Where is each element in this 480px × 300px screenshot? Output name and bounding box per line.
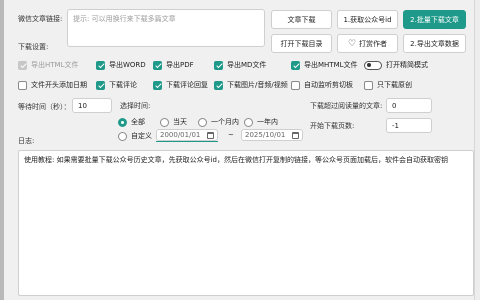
- checkbox-icon: [291, 80, 300, 90]
- download-settings-label: 下载设置:: [18, 43, 49, 51]
- radio-month[interactable]: 一个月内: [198, 117, 239, 127]
- option-download-replies[interactable]: 下载评论回复: [153, 80, 208, 90]
- app-window: 微信文章链接: 提示: 可以用换行来下载多篇文章 下载设置: 文章下载 1.获取…: [0, 0, 480, 300]
- link-textarea[interactable]: 提示: 可以用换行来下载多篇文章: [67, 9, 265, 47]
- end-date-picker[interactable]: 2025/10/01: [241, 129, 303, 141]
- option-watch-clipboard[interactable]: 自动监听剪切板: [291, 80, 353, 90]
- checkbox-icon: [18, 80, 27, 90]
- date-separator: ~: [228, 131, 234, 139]
- radio-icon: [198, 117, 207, 127]
- option-label: 打开精简模式: [386, 61, 428, 69]
- option-download-comments[interactable]: 下载评论: [96, 80, 137, 90]
- checkbox-icon: [214, 80, 223, 90]
- calendar-icon: [207, 131, 214, 139]
- option-label: 下载图片/音频/视频: [227, 81, 288, 89]
- link-placeholder: 提示: 可以用换行来下载多篇文章: [73, 15, 176, 23]
- window-left-edge: [0, 0, 4, 300]
- radio-custom[interactable]: 自定义: [118, 131, 152, 141]
- time-select-label: 选择时间:: [120, 102, 151, 110]
- start-page-input[interactable]: -1: [386, 118, 432, 133]
- radio-label: 一年内: [257, 118, 278, 126]
- start-page-label: 开始下载页数:: [310, 122, 355, 130]
- checkbox-icon: [96, 60, 105, 70]
- checkbox-icon: [18, 60, 27, 70]
- radio-label: 一个月内: [211, 118, 239, 126]
- option-label: 导出MHTML文件: [304, 61, 358, 69]
- option-export-mhtml[interactable]: 导出MHTML文件: [291, 60, 358, 70]
- radio-label: 全部: [131, 118, 145, 126]
- start-date-value: 2000/01/01: [160, 131, 201, 139]
- option-label: 导出HTML文件: [31, 61, 79, 69]
- radio-year[interactable]: 一年内: [244, 117, 278, 127]
- option-label: 导出MD文件: [227, 61, 267, 69]
- skip-views-input[interactable]: 0: [386, 98, 432, 113]
- article-download-button[interactable]: 文章下载: [271, 10, 332, 29]
- start-date-underline: [156, 141, 218, 142]
- log-textarea[interactable]: 使用教程: 如果需要批量下载公众号历史文章，先获取公众号id，然后在微信打开复制…: [18, 150, 474, 296]
- log-label: 日志:: [18, 137, 35, 145]
- calendar-icon: [292, 131, 299, 139]
- option-label: 自动监听剪切板: [304, 81, 353, 89]
- option-export-md[interactable]: 导出MD文件: [214, 60, 266, 70]
- wait-time-input[interactable]: 10: [72, 98, 112, 113]
- checkbox-icon: [96, 80, 105, 90]
- checkbox-icon: [153, 60, 162, 70]
- radio-all[interactable]: 全部: [118, 117, 145, 127]
- end-date-value: 2025/10/01: [245, 131, 286, 139]
- skip-views-label: 下载超过阅读量的文章:: [310, 102, 383, 110]
- checkbox-icon: [291, 60, 300, 70]
- open-download-dir-button[interactable]: 打开下载目录: [271, 34, 332, 53]
- get-account-id-button[interactable]: 1.获取公众号id: [337, 10, 398, 29]
- option-prefix-date[interactable]: 文件开头添加日期: [18, 80, 87, 90]
- radio-icon: [118, 117, 127, 127]
- option-export-pdf[interactable]: 导出PDF: [153, 60, 194, 70]
- option-label: 下载评论回复: [166, 81, 208, 89]
- radio-icon: [118, 131, 127, 141]
- support-author-button[interactable]: ♡ 打赏作者: [337, 34, 398, 53]
- wait-time-label: 等待时间（秒）：: [18, 103, 71, 111]
- checkbox-icon: [153, 80, 162, 90]
- radio-today[interactable]: 当天: [160, 117, 187, 127]
- batch-download-button[interactable]: 2.批量下载文章: [403, 10, 466, 29]
- checkbox-icon: [214, 60, 223, 70]
- export-data-button[interactable]: 2.导出文章数据: [403, 34, 466, 53]
- link-label: 微信文章链接:: [18, 15, 63, 23]
- radio-label: 自定义: [131, 132, 152, 140]
- checkbox-icon: [364, 80, 373, 90]
- option-label: 导出WORD: [109, 61, 146, 69]
- option-label: 下载评论: [109, 81, 137, 89]
- start-date-picker[interactable]: 2000/01/01: [156, 129, 218, 141]
- option-download-media[interactable]: 下载图片/音频/视频: [214, 80, 288, 90]
- window-right-edge: [474, 0, 480, 300]
- option-label: 文件开头添加日期: [31, 81, 87, 89]
- support-author-label: 打赏作者: [359, 39, 388, 48]
- radio-icon: [244, 117, 253, 127]
- radio-icon: [160, 117, 169, 127]
- option-label: 导出PDF: [166, 61, 194, 69]
- heart-icon: ♡: [347, 38, 357, 49]
- option-compact-mode[interactable]: 打开精简模式: [364, 60, 428, 70]
- option-export-word[interactable]: 导出WORD: [96, 60, 146, 70]
- log-text: 使用教程: 如果需要批量下载公众号历史文章，先获取公众号id，然后在微信打开复制…: [24, 156, 448, 164]
- option-export-html[interactable]: 导出HTML文件: [18, 60, 78, 70]
- toggle-switch-icon[interactable]: [364, 60, 382, 70]
- option-original-only[interactable]: 只下载原创: [364, 80, 412, 90]
- option-label: 只下载原创: [377, 81, 412, 89]
- radio-label: 当天: [173, 118, 187, 126]
